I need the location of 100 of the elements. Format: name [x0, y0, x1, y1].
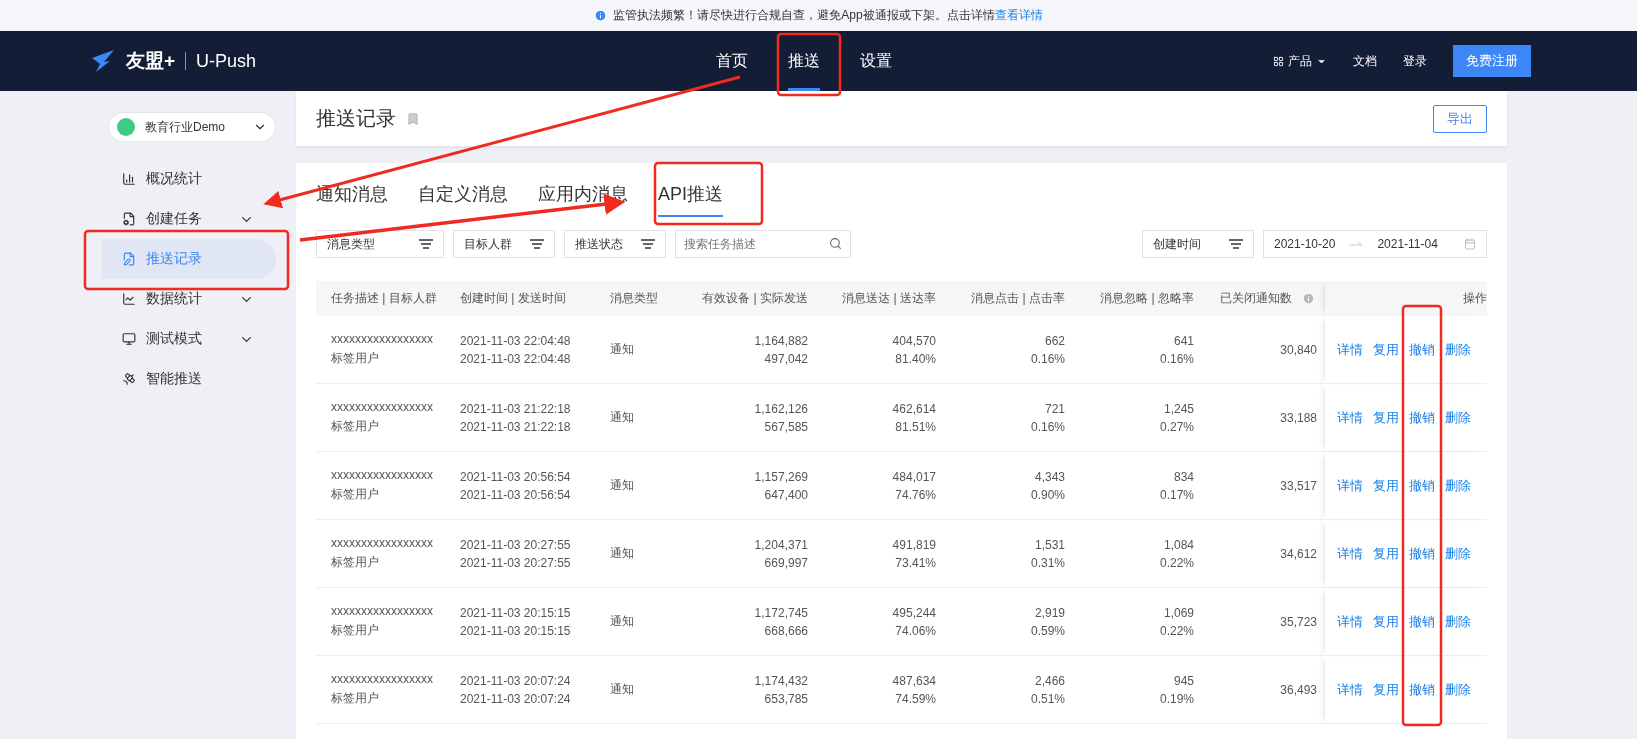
- target-audience: 标签用户: [331, 350, 379, 367]
- message-type: 通知: [610, 681, 634, 698]
- actual-sent: 669,997: [764, 555, 808, 570]
- action-link[interactable]: 删除: [1445, 476, 1471, 495]
- delivered-count: 491,819: [892, 537, 936, 552]
- action-link[interactable]: 详情: [1337, 680, 1363, 699]
- actual-sent: 647,400: [764, 487, 808, 502]
- message-type: 通知: [610, 409, 634, 426]
- message-type: 通知: [610, 545, 634, 562]
- page-title: 推送记录: [316, 106, 396, 131]
- action-link[interactable]: 删除: [1445, 408, 1471, 427]
- click-rate: 0.16%: [1030, 351, 1065, 366]
- message-type: 通知: [610, 613, 634, 630]
- action-link[interactable]: 撤销: [1409, 612, 1435, 631]
- action-link[interactable]: 详情: [1337, 340, 1363, 359]
- action-link[interactable]: 详情: [1337, 612, 1363, 631]
- message-type: 通知: [610, 341, 634, 358]
- nav-tab[interactable]: 设置: [860, 31, 892, 91]
- delivered-count: 404,570: [892, 333, 936, 348]
- delivery-rate: 73.41%: [895, 555, 936, 570]
- created-time: 2021-11-03 20:56:54: [460, 469, 571, 484]
- filter-dropdown[interactable]: 推送状态: [564, 230, 666, 258]
- ignore-rate: 0.22%: [1159, 623, 1194, 638]
- sidebar-item[interactable]: 概况统计: [102, 159, 276, 199]
- delivery-rate: 81.51%: [895, 419, 936, 434]
- delivery-rate: 74.59%: [895, 691, 936, 706]
- sent-time: 2021-11-03 20:27:55: [460, 555, 571, 570]
- column-header: 有效设备 | 实际发送: [702, 290, 808, 307]
- ignore-count: 1,069: [1163, 605, 1194, 620]
- task-description: xxxxxxxxxxxxxxxxx: [331, 536, 433, 550]
- export-button[interactable]: 导出: [1433, 104, 1487, 133]
- action-link[interactable]: 删除: [1445, 612, 1471, 631]
- filter-dropdown[interactable]: 目标人群: [453, 230, 555, 258]
- menu-item-icon: [122, 212, 136, 226]
- sidebar-item[interactable]: 智能推送: [102, 359, 276, 399]
- action-link[interactable]: 撤销: [1409, 476, 1435, 495]
- products-menu[interactable]: 产品: [1273, 52, 1327, 70]
- filter-icon: [641, 239, 655, 249]
- ignore-rate: 0.19%: [1159, 691, 1194, 706]
- valid-devices: 1,204,371: [754, 537, 808, 552]
- action-link[interactable]: 详情: [1337, 544, 1363, 563]
- action-link[interactable]: 删除: [1445, 340, 1471, 359]
- delivery-rate: 74.06%: [895, 623, 936, 638]
- action-link[interactable]: 详情: [1337, 408, 1363, 427]
- docs-link[interactable]: 文档: [1353, 52, 1377, 70]
- action-link[interactable]: 删除: [1445, 544, 1471, 563]
- actual-sent: 567,585: [764, 419, 808, 434]
- column-header: 任务描述 | 目标人群: [331, 290, 437, 307]
- target-audience: 标签用户: [331, 486, 379, 503]
- valid-devices: 1,162,126: [754, 401, 808, 416]
- actual-sent: 668,666: [764, 623, 808, 638]
- action-link[interactable]: 复用: [1373, 408, 1399, 427]
- closed-count: 30,840: [1280, 342, 1317, 357]
- action-link[interactable]: 撤销: [1409, 680, 1435, 699]
- tab[interactable]: API推送: [658, 177, 723, 217]
- time-filter-dropdown[interactable]: 创建时间: [1142, 230, 1254, 258]
- search-icon[interactable]: [829, 237, 842, 250]
- menu-item-icon: [122, 252, 136, 266]
- action-link[interactable]: 撤销: [1409, 408, 1435, 427]
- sent-time: 2021-11-03 20:56:54: [460, 487, 571, 502]
- sent-time: 2021-11-03 20:07:24: [460, 691, 571, 706]
- sidebar-item[interactable]: 创建任务: [102, 199, 276, 239]
- info-icon: [1302, 292, 1315, 305]
- ignore-count: 945: [1173, 673, 1194, 688]
- task-description: xxxxxxxxxxxxxxxxx: [331, 604, 433, 618]
- date-range-field[interactable]: 2021-10-20 2021-11-04: [1263, 230, 1487, 258]
- sidebar-item[interactable]: 推送记录: [102, 239, 276, 279]
- bookmark-icon: [406, 111, 420, 126]
- sidebar-item[interactable]: 测试模式: [102, 319, 276, 359]
- signup-button[interactable]: 免费注册: [1453, 45, 1531, 77]
- action-link[interactable]: 复用: [1373, 476, 1399, 495]
- click-rate: 0.51%: [1030, 691, 1065, 706]
- task-description: xxxxxxxxxxxxxxxxx: [331, 672, 433, 686]
- app-selector[interactable]: 教育行业Demo: [108, 112, 276, 142]
- ignore-rate: 0.17%: [1159, 487, 1194, 502]
- sidebar-item[interactable]: 数据统计: [102, 279, 276, 319]
- action-link[interactable]: 撤销: [1409, 340, 1435, 359]
- action-link[interactable]: 复用: [1373, 340, 1399, 359]
- action-link[interactable]: 复用: [1373, 680, 1399, 699]
- target-audience: 标签用户: [331, 690, 379, 707]
- sent-time: 2021-11-03 20:15:15: [460, 623, 571, 638]
- details-link[interactable]: 查看详情: [994, 8, 1043, 22]
- click-rate: 0.31%: [1030, 555, 1065, 570]
- login-link[interactable]: 登录: [1403, 52, 1427, 70]
- nav-tab[interactable]: 首页: [716, 31, 748, 91]
- action-link[interactable]: 复用: [1373, 544, 1399, 563]
- action-link[interactable]: 删除: [1445, 680, 1471, 699]
- filter-dropdown[interactable]: 消息类型: [316, 230, 444, 258]
- search-field[interactable]: 搜索任务描述: [675, 230, 851, 258]
- calendar-icon: [1464, 238, 1476, 250]
- action-link[interactable]: 复用: [1373, 612, 1399, 631]
- action-link[interactable]: 撤销: [1409, 544, 1435, 563]
- closed-count: 35,723: [1280, 614, 1317, 629]
- tab[interactable]: 自定义消息: [418, 177, 508, 217]
- closed-count: 33,188: [1280, 410, 1317, 425]
- message-type: 通知: [610, 477, 634, 494]
- filter-icon: [419, 239, 433, 249]
- action-link[interactable]: 详情: [1337, 476, 1363, 495]
- delivered-count: 495,244: [892, 605, 936, 620]
- valid-devices: 1,157,269: [754, 469, 808, 484]
